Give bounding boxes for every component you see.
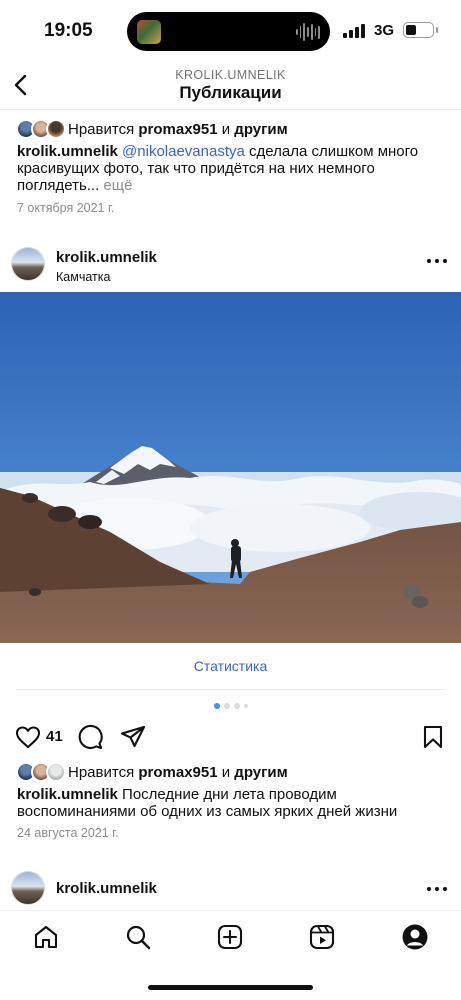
- avatar: [46, 119, 66, 139]
- carousel-dot: [213, 703, 220, 709]
- caption-username[interactable]: krolik.umnelik: [17, 786, 118, 803]
- more-options-icon[interactable]: [427, 251, 447, 271]
- avatar[interactable]: [11, 871, 45, 905]
- status-bar: 19:05 3G: [0, 0, 461, 62]
- page-title: Публикации: [179, 83, 282, 102]
- bookmark-icon[interactable]: [419, 723, 447, 751]
- status-time: 19:05: [44, 20, 93, 41]
- post-photo[interactable]: [0, 292, 461, 643]
- liker-username[interactable]: promax951: [138, 764, 217, 781]
- carousel-dot: [233, 703, 240, 709]
- likes-others-link[interactable]: другим: [234, 121, 287, 138]
- avatar: [46, 762, 66, 782]
- post-location[interactable]: Камчатка: [56, 270, 110, 284]
- likes-summary[interactable]: Нравится promax951 и другим: [16, 760, 288, 784]
- avatar[interactable]: [11, 247, 45, 281]
- post-username[interactable]: krolik.umnelik: [56, 249, 157, 266]
- likes-summary[interactable]: Нравится promax951 и другим: [16, 117, 288, 141]
- post-date: 24 августа 2021 г.: [17, 826, 119, 840]
- post-actions: 41: [0, 719, 461, 753]
- liker-username[interactable]: promax951: [138, 121, 217, 138]
- like-count[interactable]: 41: [46, 728, 63, 745]
- network-type: 3G: [374, 22, 395, 39]
- battery-icon: [403, 22, 438, 38]
- carousel-dot: [243, 704, 248, 708]
- dynamic-island[interactable]: [127, 12, 330, 51]
- post-caption: krolik.umnelik @nikolaevanastya сделала …: [17, 143, 419, 194]
- caption-mention[interactable]: @nikolaevanastya: [122, 143, 245, 160]
- battery-level: [406, 25, 416, 35]
- create-icon[interactable]: [216, 923, 244, 951]
- likes-others-link[interactable]: другим: [234, 764, 287, 781]
- search-icon[interactable]: [124, 923, 152, 951]
- heart-icon[interactable]: [14, 723, 42, 751]
- liker-avatars: [16, 762, 66, 782]
- now-playing-artwork: [137, 20, 161, 44]
- home-icon[interactable]: [32, 923, 60, 951]
- page-header: KROLIK.UMNELIK Публикации: [0, 62, 461, 110]
- post-username[interactable]: krolik.umnelik: [56, 880, 157, 897]
- caption-more-link[interactable]: ещё: [99, 177, 132, 194]
- likes-text: Нравится promax951 и другим: [68, 763, 288, 781]
- likes-text: Нравится promax951 и другим: [68, 120, 288, 138]
- audio-waveform-icon: [296, 22, 321, 42]
- divider: [16, 689, 445, 690]
- post-caption: krolik.umnelik Последние дни лета провод…: [17, 786, 398, 820]
- cellular-signal-icon: [343, 24, 367, 38]
- caption-username[interactable]: krolik.umnelik: [17, 143, 118, 160]
- home-indicator[interactable]: [148, 985, 313, 990]
- profile-icon[interactable]: [401, 923, 429, 951]
- account-name: KROLIK.UMNELIK: [175, 68, 286, 82]
- reels-icon[interactable]: [308, 923, 336, 951]
- carousel-indicator: [0, 703, 461, 709]
- post-date: 7 октября 2021 г.: [17, 201, 115, 215]
- post-header: krolik.umnelik: [0, 861, 461, 915]
- share-icon[interactable]: [119, 723, 147, 751]
- post-header: krolik.umnelik Камчатка: [0, 237, 461, 291]
- more-options-icon[interactable]: [427, 879, 447, 899]
- statistics-link[interactable]: Статистика: [0, 658, 461, 674]
- carousel-dot: [223, 703, 230, 709]
- comment-icon[interactable]: [76, 723, 104, 751]
- liker-avatars: [16, 119, 66, 139]
